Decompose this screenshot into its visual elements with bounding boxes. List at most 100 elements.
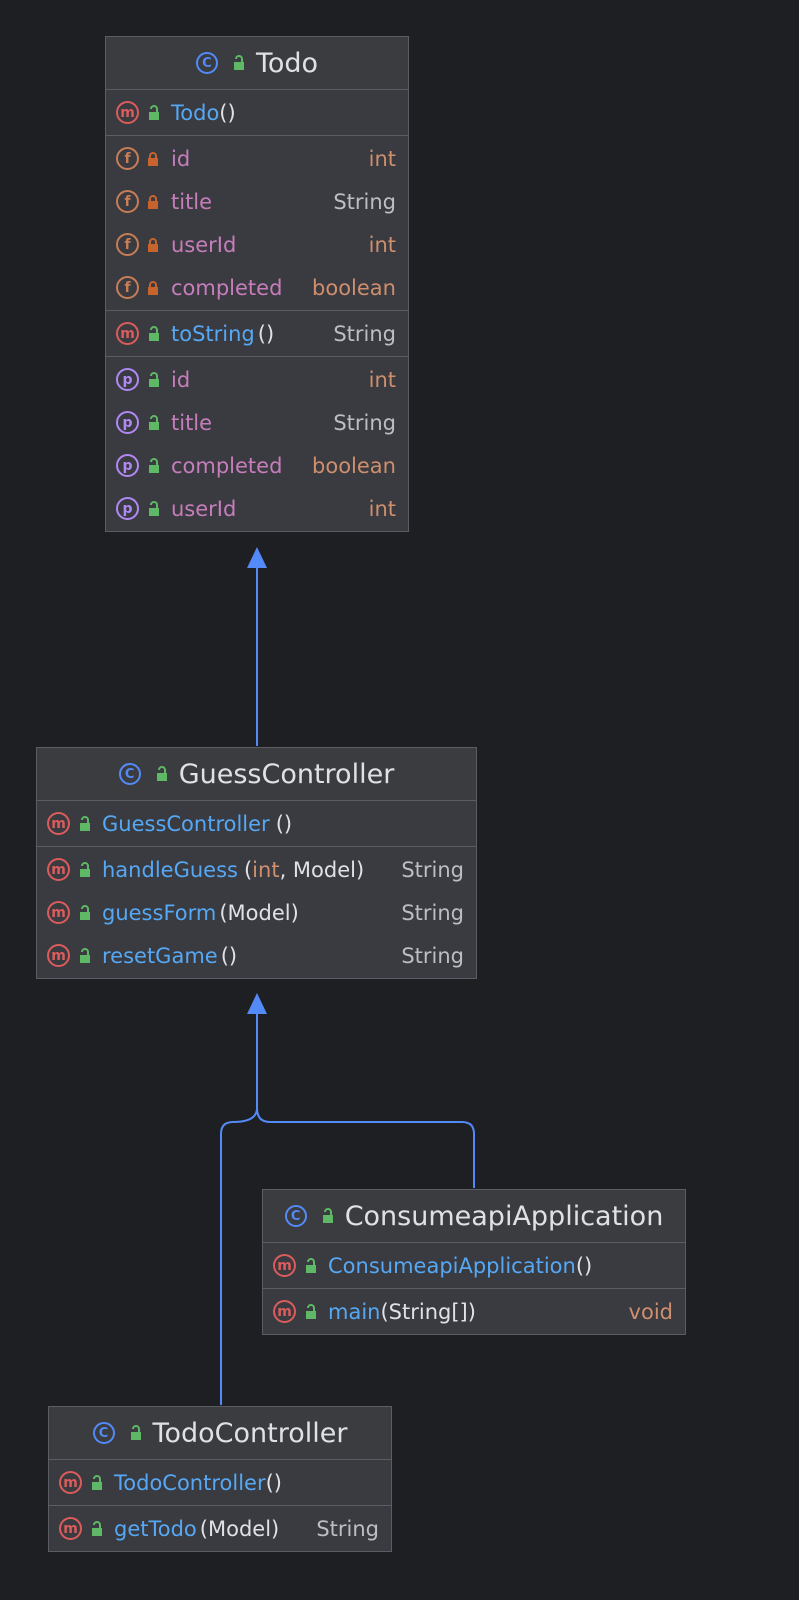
method-icon: m [47, 858, 70, 881]
property-name: id [171, 367, 191, 392]
field-name: title [171, 189, 213, 214]
method-name: toString [171, 321, 255, 346]
method-row[interactable]: m getTodo (Model) String [49, 1507, 391, 1550]
method-params: () [220, 943, 238, 968]
method-params: (String[]) [380, 1299, 476, 1324]
class-name: ConsumeapiApplication [344, 1200, 664, 1232]
method-params: () [219, 100, 236, 125]
method-params: () [257, 321, 275, 346]
method-icon: m [273, 1300, 296, 1323]
property-icon: p [116, 411, 139, 434]
method-icon: m [116, 322, 139, 345]
field-row[interactable]: f completed boolean [106, 266, 408, 309]
method-row[interactable]: m main (String[]) void [263, 1290, 685, 1333]
field-type: int [368, 232, 396, 257]
unlocked-icon [149, 371, 159, 387]
method-params: (int, Model) [244, 858, 364, 882]
unlocked-icon [233, 55, 244, 70]
property-row[interactable]: p userId int [106, 487, 408, 530]
fields-section: f id int f title String f userId int f c… [106, 136, 408, 311]
params-open: ( [243, 857, 253, 882]
unlocked-icon [92, 1474, 102, 1490]
class-header-todocontroller[interactable]: C TodoController [49, 1407, 391, 1460]
method-return-type: String [333, 321, 396, 346]
unlocked-icon [149, 104, 159, 120]
constructor-row[interactable]: m ConsumeapiApplication () [263, 1244, 685, 1287]
method-return-type: String [401, 857, 464, 882]
method-icon: m [116, 101, 139, 124]
field-icon: f [116, 276, 139, 299]
method-params: () [575, 1253, 593, 1278]
class-name: TodoController [152, 1417, 348, 1449]
class-name: Todo [255, 47, 319, 79]
property-row[interactable]: p completed boolean [106, 444, 408, 487]
class-box-todo[interactable]: C Todo m Todo () f id int f title String… [105, 36, 409, 532]
property-icon: p [116, 368, 139, 391]
method-row[interactable]: m handleGuess (int, Model) String [37, 848, 476, 891]
properties-section: p id int p title String p completed bool… [106, 357, 408, 531]
class-header-consumeapiapplication[interactable]: C ConsumeapiApplication [263, 1190, 685, 1243]
unlocked-icon [80, 947, 90, 963]
unlocked-icon [149, 500, 159, 516]
methods-section: m main (String[]) void [263, 1289, 685, 1334]
locked-icon [148, 151, 158, 166]
unlocked-icon [306, 1257, 316, 1273]
field-row[interactable]: f userId int [106, 223, 408, 266]
constructors-section: m ConsumeapiApplication () [263, 1243, 685, 1289]
field-name: userId [171, 232, 237, 257]
method-return-type: String [401, 900, 464, 925]
method-return-type: void [628, 1299, 673, 1324]
class-box-consumeapiapplication[interactable]: C ConsumeapiApplication m ConsumeapiAppl… [262, 1189, 686, 1335]
method-icon: m [273, 1254, 296, 1277]
unlocked-icon [130, 1425, 141, 1440]
method-row[interactable]: m guessForm (Model) String [37, 891, 476, 934]
class-icon: C [118, 763, 141, 785]
method-name: main [328, 1299, 381, 1324]
field-row[interactable]: f title String [106, 180, 408, 223]
field-row[interactable]: f id int [106, 137, 408, 180]
method-icon: m [59, 1471, 82, 1494]
constructor-row[interactable]: m Todo () [106, 91, 408, 134]
constructor-row[interactable]: m GuessController () [37, 802, 476, 845]
field-icon: f [116, 147, 139, 170]
property-icon: p [116, 497, 139, 520]
method-name: ConsumeapiApplication [328, 1253, 576, 1278]
class-header-guesscontroller[interactable]: C GuessController [37, 748, 476, 801]
constructors-section: m TodoController () [49, 1460, 391, 1506]
method-params: () [265, 1470, 282, 1495]
unlocked-icon [80, 861, 90, 877]
param-type-int: int [252, 857, 280, 882]
method-name: TodoController [114, 1470, 266, 1495]
locked-icon [148, 194, 158, 209]
class-icon: C [195, 52, 218, 74]
property-name: title [171, 410, 213, 435]
unlocked-icon [80, 815, 90, 831]
class-box-todocontroller[interactable]: C TodoController m TodoController () m g… [48, 1406, 392, 1552]
field-name: id [171, 146, 191, 171]
property-row[interactable]: p title String [106, 401, 408, 444]
arrowhead-guesscontroller [247, 993, 267, 1014]
method-name: handleGuess [102, 857, 238, 882]
class-header-todo[interactable]: C Todo [106, 37, 408, 90]
locked-icon [148, 280, 158, 295]
unlocked-icon [80, 904, 90, 920]
class-box-guesscontroller[interactable]: C GuessController m GuessController () m… [36, 747, 477, 979]
property-type: String [333, 410, 396, 435]
constructors-section: m GuessController () [37, 801, 476, 847]
property-row[interactable]: p id int [106, 358, 408, 401]
params-rest: , Model) [279, 857, 365, 882]
unlocked-icon [149, 325, 159, 341]
method-row[interactable]: m toString () String [106, 312, 408, 355]
field-name: completed [171, 275, 283, 300]
class-icon: C [92, 1422, 115, 1444]
method-row[interactable]: m resetGame () String [37, 934, 476, 977]
method-name: guessForm [102, 900, 217, 925]
arrowhead-todo [247, 547, 267, 568]
method-params: (Model) [219, 900, 299, 925]
unlocked-icon [92, 1520, 102, 1536]
property-name: userId [171, 496, 237, 521]
constructor-row[interactable]: m TodoController () [49, 1461, 391, 1504]
unlocked-icon [322, 1208, 333, 1223]
field-type: int [368, 146, 396, 171]
methods-section: m toString () String [106, 311, 408, 357]
